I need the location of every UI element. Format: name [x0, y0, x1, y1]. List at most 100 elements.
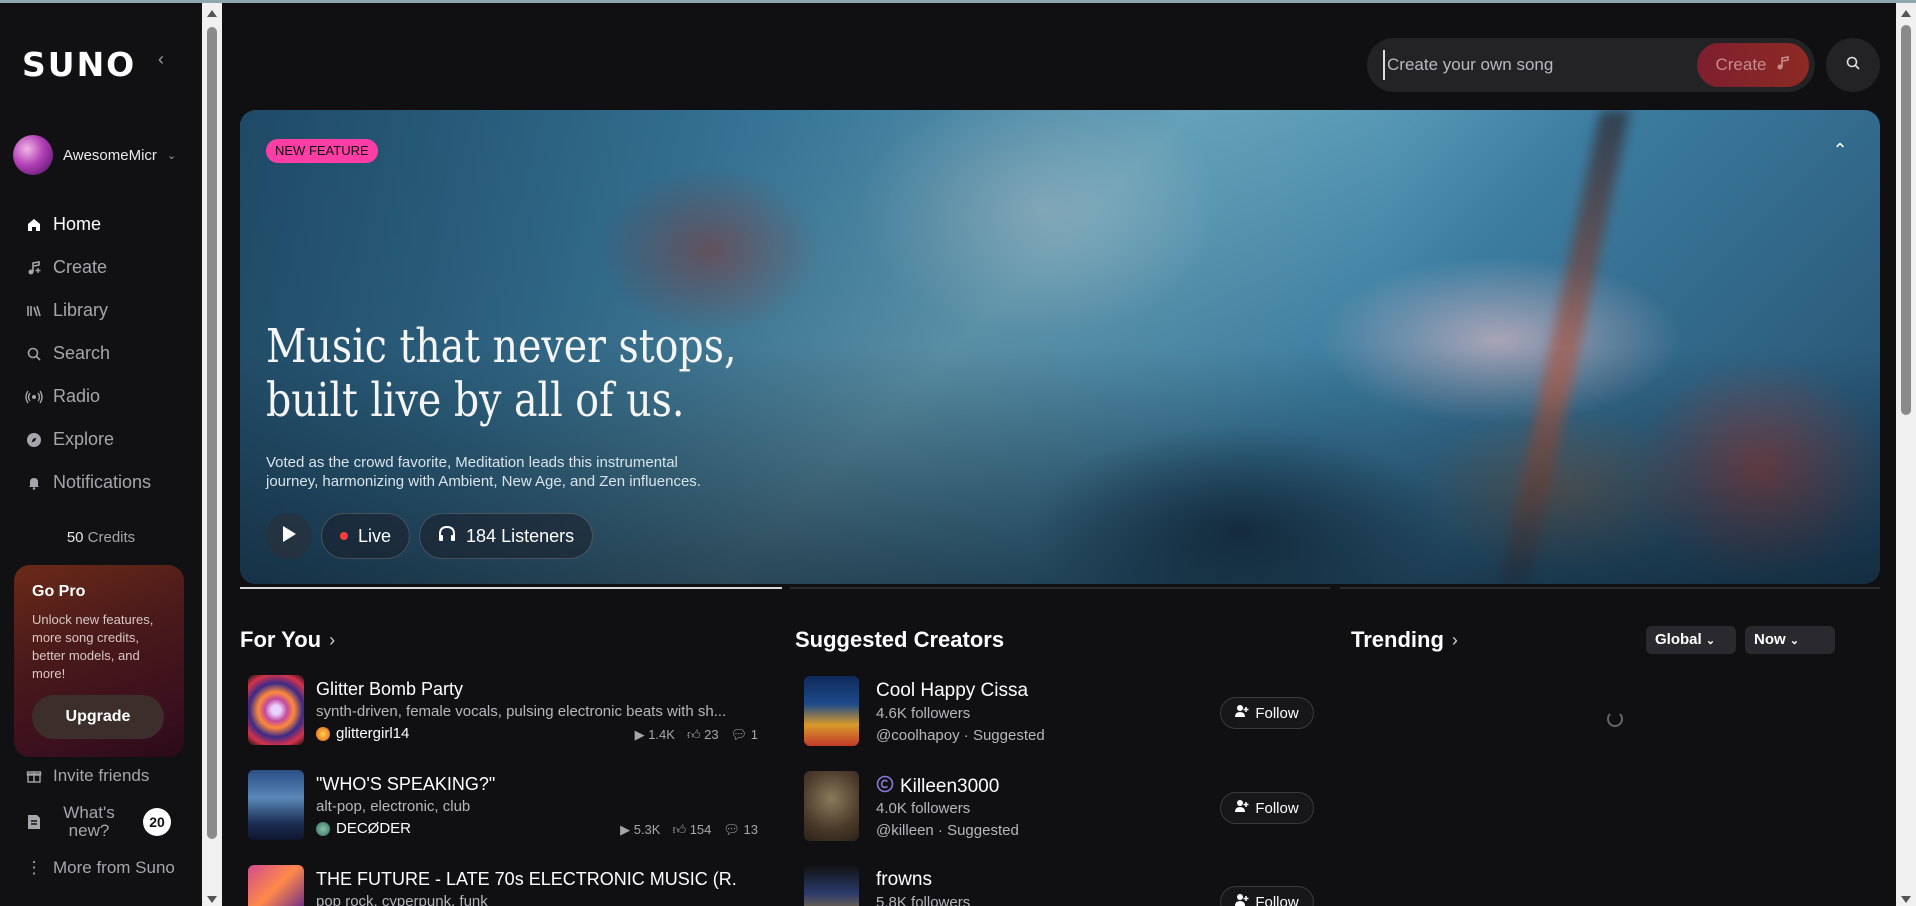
radio-icon: [25, 388, 43, 406]
sidebar-scrollbar[interactable]: [202, 3, 222, 906]
collapse-sidebar-icon[interactable]: ‹: [158, 49, 174, 69]
verified-badge-icon: [876, 775, 894, 799]
more-from-suno-label: More from Suno: [53, 858, 175, 877]
chevron-up-icon[interactable]: ⌃: [1830, 140, 1850, 160]
whats-new-link[interactable]: What's new? 20: [0, 796, 202, 848]
sidebar-item-create[interactable]: Create: [0, 246, 202, 289]
song-author[interactable]: glittergirl14: [316, 725, 409, 742]
chevron-down-icon: ⌄: [1789, 635, 1800, 647]
create-song-input[interactable]: [1383, 50, 1697, 80]
author-name: DECØDER: [336, 820, 412, 837]
user-menu[interactable]: AwesomeMicr ⌄: [13, 134, 188, 176]
compass-icon: [25, 431, 43, 449]
chevron-right-icon: ›: [1451, 629, 1458, 650]
search-icon: [1845, 55, 1861, 76]
creator-handle: @killeen · Suggested: [876, 822, 1019, 839]
for-you-heading[interactable]: For You ›: [240, 627, 335, 653]
hero-controls: Live 184 Listeners: [266, 513, 594, 559]
song-row[interactable]: THE FUTURE - LATE 70s ELECTRONIC MUSIC (…: [248, 865, 758, 906]
live-pill[interactable]: Live: [321, 513, 411, 559]
region-dropdown[interactable]: Global ⌄: [1646, 626, 1736, 654]
play-icon: [281, 525, 297, 548]
creator-handle: @coolhapoy · Suggested: [876, 727, 1045, 744]
comment-icon: 💬︎: [730, 727, 748, 742]
creator-row[interactable]: frowns 5.8K followers Follow: [804, 865, 1316, 906]
comment-count: 13: [743, 822, 758, 837]
creator-name-row[interactable]: Killeen3000: [876, 775, 999, 799]
listeners-pill[interactable]: 184 Listeners: [419, 513, 594, 559]
follow-label: Follow: [1255, 704, 1299, 722]
create-button[interactable]: Create: [1697, 43, 1809, 87]
follow-button[interactable]: Follow: [1220, 886, 1314, 906]
song-row[interactable]: Glitter Bomb Party synth-driven, female …: [248, 675, 758, 745]
chevron-down-icon: ⌄: [1705, 635, 1716, 647]
create-button-label: Create: [1715, 55, 1767, 74]
song-title[interactable]: "WHO'S SPEAKING?": [316, 774, 736, 795]
search-icon: [25, 345, 43, 363]
follow-button[interactable]: Follow: [1220, 792, 1314, 824]
live-label: Live: [358, 525, 392, 546]
for-you-title: For You: [240, 627, 322, 652]
sidebar-item-search[interactable]: Search: [0, 332, 202, 375]
more-vertical-icon: ⋮: [25, 858, 43, 877]
sidebar-item-library[interactable]: Library: [0, 289, 202, 332]
song-title[interactable]: THE FUTURE - LATE 70s ELECTRONIC MUSIC (…: [316, 869, 736, 890]
play-count-icon: ▶: [620, 822, 631, 837]
suggested-creators-title: Suggested Creators: [795, 627, 1005, 652]
song-title[interactable]: Glitter Bomb Party: [316, 679, 736, 700]
new-feature-badge: NEW FEATURE: [266, 139, 378, 163]
sidebar-item-notifications[interactable]: Notifications: [0, 461, 202, 504]
upgrade-button[interactable]: Upgrade: [32, 695, 164, 739]
trending-heading[interactable]: Trending ›: [1351, 627, 1458, 653]
author-avatar: [316, 726, 330, 741]
author-name: glittergirl14: [336, 725, 410, 742]
follow-button[interactable]: Follow: [1220, 697, 1314, 729]
scroll-thumb[interactable]: [207, 27, 217, 839]
creator-name[interactable]: Cool Happy Cissa: [876, 680, 1028, 702]
creator-avatar: [804, 865, 859, 906]
song-cover: [248, 675, 304, 745]
like-icon: 👍︎: [686, 727, 701, 742]
window-top-border: [0, 0, 1916, 3]
hero-description: Voted as the crowd favorite, Meditation …: [266, 454, 701, 490]
hero-progress: [1340, 587, 1880, 589]
scroll-up-arrow[interactable]: [1901, 10, 1911, 17]
more-from-suno-link[interactable]: ⋮ More from Suno: [0, 848, 202, 888]
creator-followers: 4.0K followers: [876, 800, 971, 817]
song-author[interactable]: DECØDER: [316, 820, 411, 837]
song-row[interactable]: "WHO'S SPEAKING?" alt-pop, electronic, c…: [248, 770, 758, 840]
like-icon: 👍︎: [672, 822, 687, 837]
sidebar-item-home[interactable]: Home: [0, 203, 202, 246]
scroll-down-arrow[interactable]: [207, 896, 217, 903]
region-value: Global: [1655, 631, 1702, 648]
add-user-icon: [1235, 799, 1249, 817]
play-button[interactable]: [266, 513, 312, 559]
follow-label: Follow: [1255, 893, 1299, 906]
invite-friends-label: Invite friends: [53, 766, 150, 785]
scroll-up-arrow[interactable]: [207, 10, 217, 17]
credits-label: Credits: [87, 529, 136, 546]
sidebar-item-explore[interactable]: Explore: [0, 418, 202, 461]
comment-count: 1: [750, 727, 758, 742]
document-icon: [25, 814, 43, 830]
period-dropdown[interactable]: Now ⌄: [1745, 626, 1835, 654]
main-scrollbar[interactable]: [1896, 3, 1916, 906]
username: AwesomeMicr: [63, 146, 157, 164]
hero-title-line: Music that never stops,: [266, 319, 737, 374]
hero-title-line: built live by all of us.: [266, 373, 685, 428]
live-dot-icon: [340, 532, 348, 540]
sidebar-item-radio[interactable]: Radio: [0, 375, 202, 418]
play-count-icon: ▶: [634, 727, 645, 742]
search-button[interactable]: [1826, 38, 1880, 92]
creator-row[interactable]: Cool Happy Cissa 4.6K followers @coolhap…: [804, 676, 1316, 750]
invite-friends-link[interactable]: Invite friends: [0, 756, 202, 796]
creator-row[interactable]: Killeen3000 4.0K followers @killeen · Su…: [804, 771, 1316, 845]
scroll-thumb[interactable]: [1901, 25, 1911, 415]
creator-name[interactable]: frowns: [876, 869, 932, 891]
sidebar-item-label: Explore: [53, 429, 115, 449]
scroll-down-arrow[interactable]: [1901, 896, 1911, 903]
library-icon: [25, 302, 43, 320]
credits-value: 50: [66, 529, 84, 546]
chevron-right-icon: ›: [329, 629, 336, 650]
suno-logo[interactable]: SUNO: [22, 45, 136, 84]
